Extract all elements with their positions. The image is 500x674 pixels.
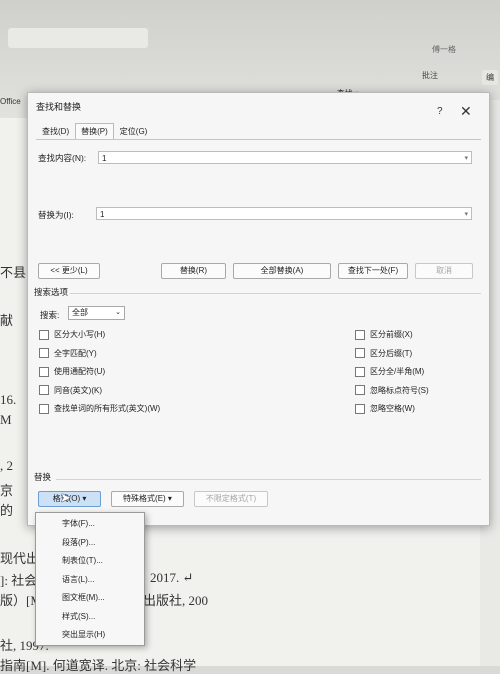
option-label: 使用通配符(U) bbox=[54, 367, 106, 376]
section-divider bbox=[56, 479, 481, 480]
document-text-line: 不县 bbox=[0, 265, 27, 280]
document-text-line: 16. bbox=[0, 392, 17, 407]
find-next-button[interactable]: 查找下一处(F) bbox=[338, 263, 408, 279]
document-text-line: 出版社, 200 bbox=[143, 593, 209, 608]
checkbox[interactable] bbox=[355, 329, 365, 340]
tab-divider bbox=[36, 139, 481, 140]
chevron-down-icon[interactable]: ▾ bbox=[464, 208, 468, 221]
replace-input[interactable]: 1 ▾ bbox=[96, 207, 472, 220]
replace-section-label: 替换 bbox=[34, 472, 52, 482]
option-label: 全字匹配(Y) bbox=[54, 348, 97, 358]
dialog-tabs: 查找(D) 替换(P) 定位(G) bbox=[36, 123, 154, 140]
edit-button[interactable]: 编 bbox=[482, 70, 498, 85]
checkbox[interactable] bbox=[355, 366, 365, 377]
office-label: Office bbox=[0, 97, 21, 106]
search-scope-label: 搜索: bbox=[40, 310, 60, 320]
format-menu-item[interactable]: 图文框(M)... bbox=[62, 592, 105, 603]
checkbox[interactable] bbox=[39, 348, 49, 358]
option-checkbox-row[interactable]: 区分大小写(H) bbox=[39, 329, 105, 340]
option-checkbox-row[interactable]: 忽略空格(W) bbox=[355, 403, 415, 414]
checkbox[interactable] bbox=[39, 329, 49, 340]
format-menu-item[interactable]: 段落(P)... bbox=[62, 537, 95, 548]
find-label: 查找内容(N): bbox=[38, 153, 87, 163]
format-menu-item[interactable]: 语言(L)... bbox=[62, 574, 94, 585]
checkbox[interactable] bbox=[39, 385, 49, 395]
tab-find[interactable]: 查找(D) bbox=[36, 123, 75, 140]
document-text-line: M bbox=[0, 412, 12, 427]
document-text-line: 指南[M]. 何道宽译. 北京: 社会科学 bbox=[0, 658, 197, 673]
option-checkbox-row[interactable]: 区分全/半角(M) bbox=[355, 366, 424, 377]
chevron-down-icon: ⌄ bbox=[115, 309, 121, 316]
document-text-line: 献 bbox=[0, 313, 14, 328]
option-checkbox-row[interactable]: 同音(英文)(K) bbox=[39, 385, 102, 396]
option-checkbox-row[interactable]: 忽略标点符号(S) bbox=[355, 385, 429, 396]
comment-button[interactable]: 批注 bbox=[422, 70, 438, 81]
option-label: 区分前缀(X) bbox=[370, 330, 413, 339]
option-checkbox-row[interactable]: 区分后缀(T) bbox=[355, 348, 412, 359]
replace-all-button[interactable]: 全部替换(A) bbox=[233, 263, 331, 279]
document-text-line: 现代出 bbox=[0, 551, 40, 566]
cancel-button[interactable]: 取消 bbox=[415, 263, 473, 279]
option-label: 查找单词的所有形式(英文)(W) bbox=[54, 404, 161, 413]
checkbox[interactable] bbox=[355, 403, 365, 414]
find-replace-dialog: 查找和替换 ? ✕ 查找(D) 替换(P) 定位(G) 查找内容(N): 1 ▾ 替换… bbox=[27, 92, 490, 526]
format-menu-item[interactable]: 制表位(T)... bbox=[62, 555, 103, 566]
dialog-title: 查找和替换 bbox=[36, 102, 82, 112]
option-label: 区分后缀(T) bbox=[370, 348, 413, 358]
option-label: 忽略标点符号(S) bbox=[370, 385, 429, 395]
option-checkbox-row[interactable]: 使用通配符(U) bbox=[39, 366, 105, 377]
search-options-label: 搜索选项 bbox=[34, 287, 69, 297]
option-checkbox-row[interactable]: 查找单词的所有形式(英文)(W) bbox=[39, 403, 160, 414]
format-menu: 字体(F)... 段落(P)... 制表位(T)... 语言(L)... 图文框(M).… bbox=[35, 512, 145, 646]
option-label: 同音(英文)(K) bbox=[54, 385, 102, 395]
option-label: 区分全/半角(M) bbox=[370, 367, 425, 376]
search-scope-select[interactable]: 全部 ⌄ bbox=[68, 306, 125, 320]
checkbox[interactable] bbox=[355, 385, 365, 395]
less-button[interactable]: << 更少(L) bbox=[38, 263, 100, 279]
format-menu-item[interactable]: 突出显示(H) bbox=[62, 629, 105, 640]
close-icon[interactable]: ✕ bbox=[460, 103, 472, 120]
format-menu-item[interactable]: 字体(F)... bbox=[62, 518, 95, 529]
tab-goto[interactable]: 定位(G) bbox=[114, 123, 154, 140]
section-divider bbox=[70, 293, 481, 294]
title-search-box[interactable] bbox=[8, 28, 148, 48]
document-text-line: ]: 社会 bbox=[0, 573, 38, 588]
checkbox[interactable] bbox=[39, 403, 49, 414]
special-format-button[interactable]: 特殊格式(E) ▾ bbox=[111, 491, 184, 507]
replace-button[interactable]: 替换(R) bbox=[161, 263, 226, 279]
option-label: 区分大小写(H) bbox=[54, 330, 106, 339]
document-text-line: 2017. ↵ bbox=[150, 570, 194, 585]
format-menu-item[interactable]: 样式(S)... bbox=[62, 611, 95, 622]
option-checkbox-row[interactable]: 全字匹配(Y) bbox=[39, 348, 97, 359]
document-text-line: , 2 bbox=[0, 458, 13, 473]
chevron-down-icon[interactable]: ▾ bbox=[464, 152, 468, 165]
document-text-line: 的 bbox=[0, 503, 14, 518]
tab-replace[interactable]: 替换(P) bbox=[75, 123, 114, 139]
option-label: 忽略空格(W) bbox=[370, 404, 415, 413]
help-button[interactable]: ? bbox=[437, 106, 443, 117]
mouse-cursor-icon: ➤ bbox=[60, 490, 71, 505]
find-input[interactable]: 1 ▾ bbox=[98, 151, 472, 164]
user-name: 傅一格 bbox=[432, 45, 456, 54]
replace-label: 替换为(I): bbox=[38, 210, 74, 220]
checkbox[interactable] bbox=[39, 366, 49, 377]
checkbox[interactable] bbox=[355, 348, 365, 358]
option-checkbox-row[interactable]: 区分前缀(X) bbox=[355, 329, 413, 340]
document-text-line: 京 bbox=[0, 483, 14, 498]
no-format-button[interactable]: 不限定格式(T) bbox=[194, 491, 268, 507]
